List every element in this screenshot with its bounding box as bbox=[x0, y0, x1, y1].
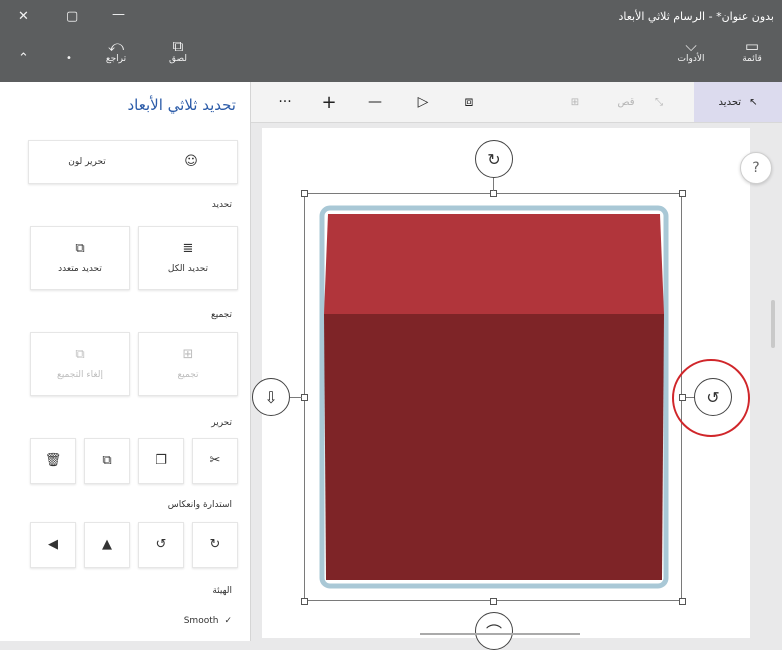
magic-select-button: ⊞ bbox=[562, 82, 588, 122]
paste-button[interactable]: ⧉ bbox=[84, 438, 130, 484]
resize-handle-l[interactable] bbox=[301, 394, 308, 401]
select-tool-label: تحديد bbox=[718, 96, 742, 108]
section-edit: تحرير bbox=[211, 418, 232, 428]
resize-handle-br[interactable] bbox=[679, 598, 686, 605]
rotate-left-icon: ↺ bbox=[155, 537, 167, 552]
copy-button[interactable]: ❐ bbox=[138, 438, 184, 484]
smooth-option[interactable]: Smooth ✓ bbox=[184, 616, 232, 626]
select-all-button[interactable]: ≣ تحديد الكل bbox=[138, 226, 238, 290]
delete-button[interactable]: 🗑 bbox=[30, 438, 76, 484]
resize-handle-bl[interactable] bbox=[301, 598, 308, 605]
smooth-label: Smooth bbox=[183, 616, 219, 626]
cube-view-icon: ⧈ bbox=[464, 94, 474, 110]
group-icon: ⊞ bbox=[182, 346, 194, 362]
rotate-right-button[interactable]: ↻ bbox=[192, 522, 238, 568]
multi-select-icon: ⧉ bbox=[75, 240, 85, 256]
paste-icon: ⧉ bbox=[172, 37, 184, 55]
depth-handle-icon: ⇩ bbox=[264, 387, 278, 407]
delete-icon: 🗑 bbox=[44, 453, 62, 468]
multi-select-button[interactable]: ⧉ تحديد متعدد bbox=[30, 226, 130, 290]
tools-button[interactable]: ⌵ الأدوات bbox=[668, 38, 714, 65]
dropdown-icon[interactable]: • bbox=[66, 52, 72, 66]
rotate-x-handle[interactable]: ⌒ bbox=[475, 612, 513, 650]
section-shape: الهيئة bbox=[212, 586, 232, 596]
highlight-circle bbox=[672, 359, 750, 437]
section-rotate-flip: استدارة وانعكاس bbox=[167, 500, 232, 510]
resize-handle-b[interactable] bbox=[490, 598, 497, 605]
palette-icon: ☺ bbox=[184, 154, 198, 169]
resize-button: ⤡ bbox=[646, 82, 672, 122]
tag-icon: ▷ bbox=[417, 94, 429, 110]
copy-icon: ❐ bbox=[155, 453, 167, 468]
select-tool-button[interactable]: تحديد ↖ bbox=[694, 82, 782, 122]
rotate-handle-icon: ↻ bbox=[487, 149, 501, 169]
depth-handle[interactable]: ⇩ bbox=[252, 378, 290, 416]
cut-button[interactable]: ✂ bbox=[192, 438, 238, 484]
cut-icon: ✂ bbox=[209, 453, 221, 468]
ungroup-button: ⧉ إلغاء التجميع bbox=[30, 332, 130, 396]
check-icon: ✓ bbox=[224, 616, 232, 626]
resize-handle-tl[interactable] bbox=[301, 190, 308, 197]
ungroup-icon: ⧉ bbox=[75, 346, 85, 362]
flip-vertical-icon: ▲ bbox=[102, 537, 112, 552]
floor-line bbox=[420, 633, 580, 635]
resize-handle-tr[interactable] bbox=[679, 190, 686, 197]
collapse-icon[interactable]: ⌃ bbox=[18, 52, 29, 66]
close-icon[interactable]: ✕ bbox=[18, 10, 29, 24]
section-group: تجميع bbox=[210, 310, 232, 320]
paste-ribbon-button[interactable]: ⧉ لصق bbox=[160, 38, 196, 65]
rotate-x-icon: ⌒ bbox=[486, 619, 502, 643]
group-button: ⊞ تجميع bbox=[138, 332, 238, 396]
help-icon: ? bbox=[752, 160, 760, 176]
zoom-in-button[interactable]: + bbox=[316, 82, 342, 122]
view-3d-button[interactable]: ▷ bbox=[410, 82, 436, 122]
help-button[interactable]: ? bbox=[740, 152, 772, 184]
vertical-scrollbar[interactable] bbox=[771, 300, 775, 348]
cursor-icon: ↖ bbox=[749, 96, 758, 108]
flip-horizontal-icon: ◀ bbox=[48, 537, 58, 552]
undo-button[interactable]: ⤺ تراجع bbox=[98, 38, 134, 65]
side-panel: تحديد ثلاثي الأبعاد تحرير لون ☺ تحديد ⧉ … bbox=[0, 82, 251, 641]
zoom-out-button[interactable]: — bbox=[362, 82, 388, 122]
crop-button: قص bbox=[617, 96, 635, 108]
select-all-icon: ≣ bbox=[182, 240, 194, 256]
flip-horizontal-button[interactable]: ◀ bbox=[30, 522, 76, 568]
rotate-left-button[interactable]: ↺ bbox=[138, 522, 184, 568]
panel-title: تحديد ثلاثي الأبعاد bbox=[127, 96, 236, 114]
flip-vertical-button[interactable]: ▲ bbox=[84, 522, 130, 568]
rotate-z-handle[interactable]: ↻ bbox=[475, 140, 513, 178]
section-select: تحديد bbox=[211, 200, 232, 210]
magic-select-icon: ⊞ bbox=[570, 96, 580, 108]
selection-box bbox=[304, 193, 682, 601]
tools-icon: ⌵ bbox=[685, 37, 697, 55]
minimize-icon[interactable]: — bbox=[112, 8, 125, 22]
more-button[interactable]: ··· bbox=[272, 82, 298, 122]
mixed-reality-button[interactable]: ⧈ bbox=[456, 82, 482, 122]
title-bar: ✕ ▢ — ⌃ • ⤺ تراجع ⧉ لصق بدون عنوان* - ال… bbox=[0, 0, 782, 82]
canvas-icon: ▭ bbox=[744, 37, 760, 55]
paste-icon: ⧉ bbox=[102, 453, 112, 468]
window-title: بدون عنوان* - الرسام ثلاثي الأبعاد bbox=[618, 10, 774, 23]
rotate-right-icon: ↻ bbox=[209, 537, 221, 552]
top-connector bbox=[493, 176, 494, 191]
resize-handle-t[interactable] bbox=[490, 190, 497, 197]
resize-icon: ⤡ bbox=[655, 96, 663, 108]
restore-icon[interactable]: ▢ bbox=[66, 10, 78, 24]
left-connector bbox=[290, 397, 302, 398]
undo-icon: ⤺ bbox=[107, 37, 125, 55]
edit-color-button[interactable]: تحرير لون ☺ bbox=[28, 140, 238, 184]
canvas-button[interactable]: ▭ قائمة bbox=[730, 38, 774, 65]
